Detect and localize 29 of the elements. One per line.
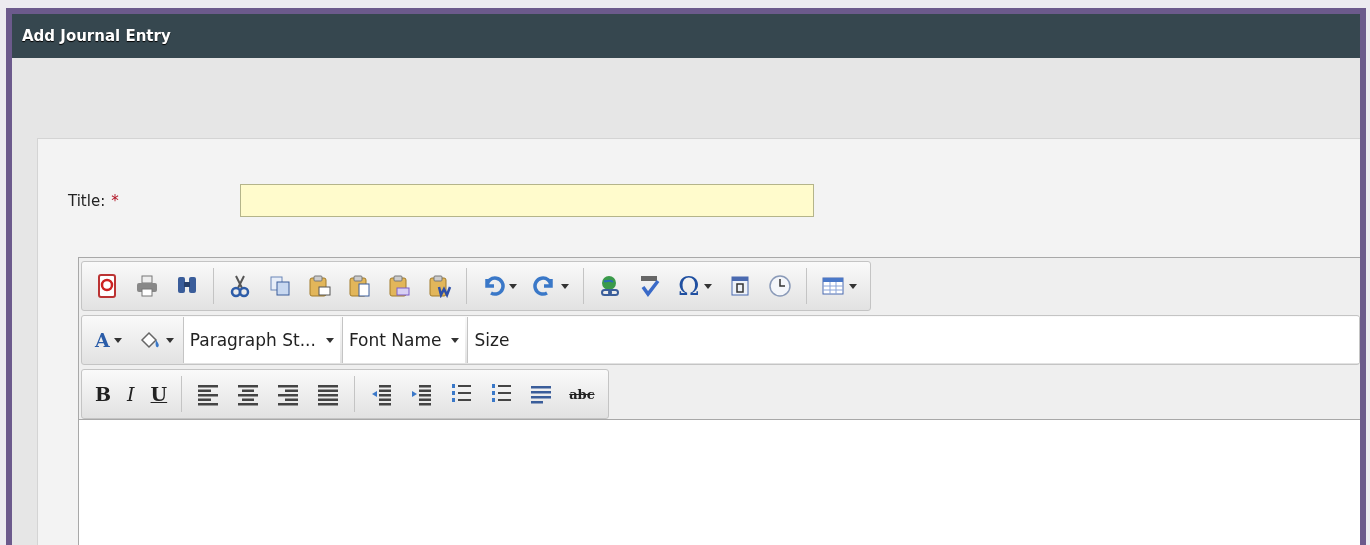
title-label: Title: * — [68, 191, 120, 210]
title-field[interactable] — [240, 184, 814, 217]
clock-icon — [767, 274, 792, 298]
paste-icon — [308, 274, 332, 298]
bold-button[interactable]: B — [88, 376, 119, 412]
strikethrough-button[interactable]: abc — [562, 376, 602, 412]
justify-icon — [316, 382, 341, 406]
window-title: Add Journal Entry — [22, 27, 171, 45]
cut-icon — [228, 274, 252, 298]
align-center-icon — [236, 382, 261, 406]
indent-icon — [409, 382, 434, 406]
print-icon — [135, 274, 159, 298]
dropdown-field[interactable]: Paragraph St... — [182, 317, 340, 363]
pdf-icon — [95, 274, 119, 298]
align-left-icon — [196, 382, 221, 406]
dropdown-field[interactable]: Size — [467, 317, 1359, 363]
table-icon — [820, 274, 845, 298]
paste-text-icon — [348, 274, 372, 298]
paste-html-icon — [388, 274, 412, 298]
align-right-icon — [276, 382, 301, 406]
italic-button[interactable]: I — [120, 376, 142, 412]
font-color-button[interactable]: A — [88, 322, 129, 358]
link-icon — [598, 274, 622, 298]
paste-word-icon — [428, 274, 452, 298]
copy-icon — [268, 274, 292, 298]
dropdown-field[interactable]: Font Name — [341, 317, 466, 363]
spellcheck-icon — [638, 274, 662, 298]
symbol-button[interactable]: Ω — [671, 268, 719, 304]
underline-button[interactable]: U — [143, 376, 175, 412]
